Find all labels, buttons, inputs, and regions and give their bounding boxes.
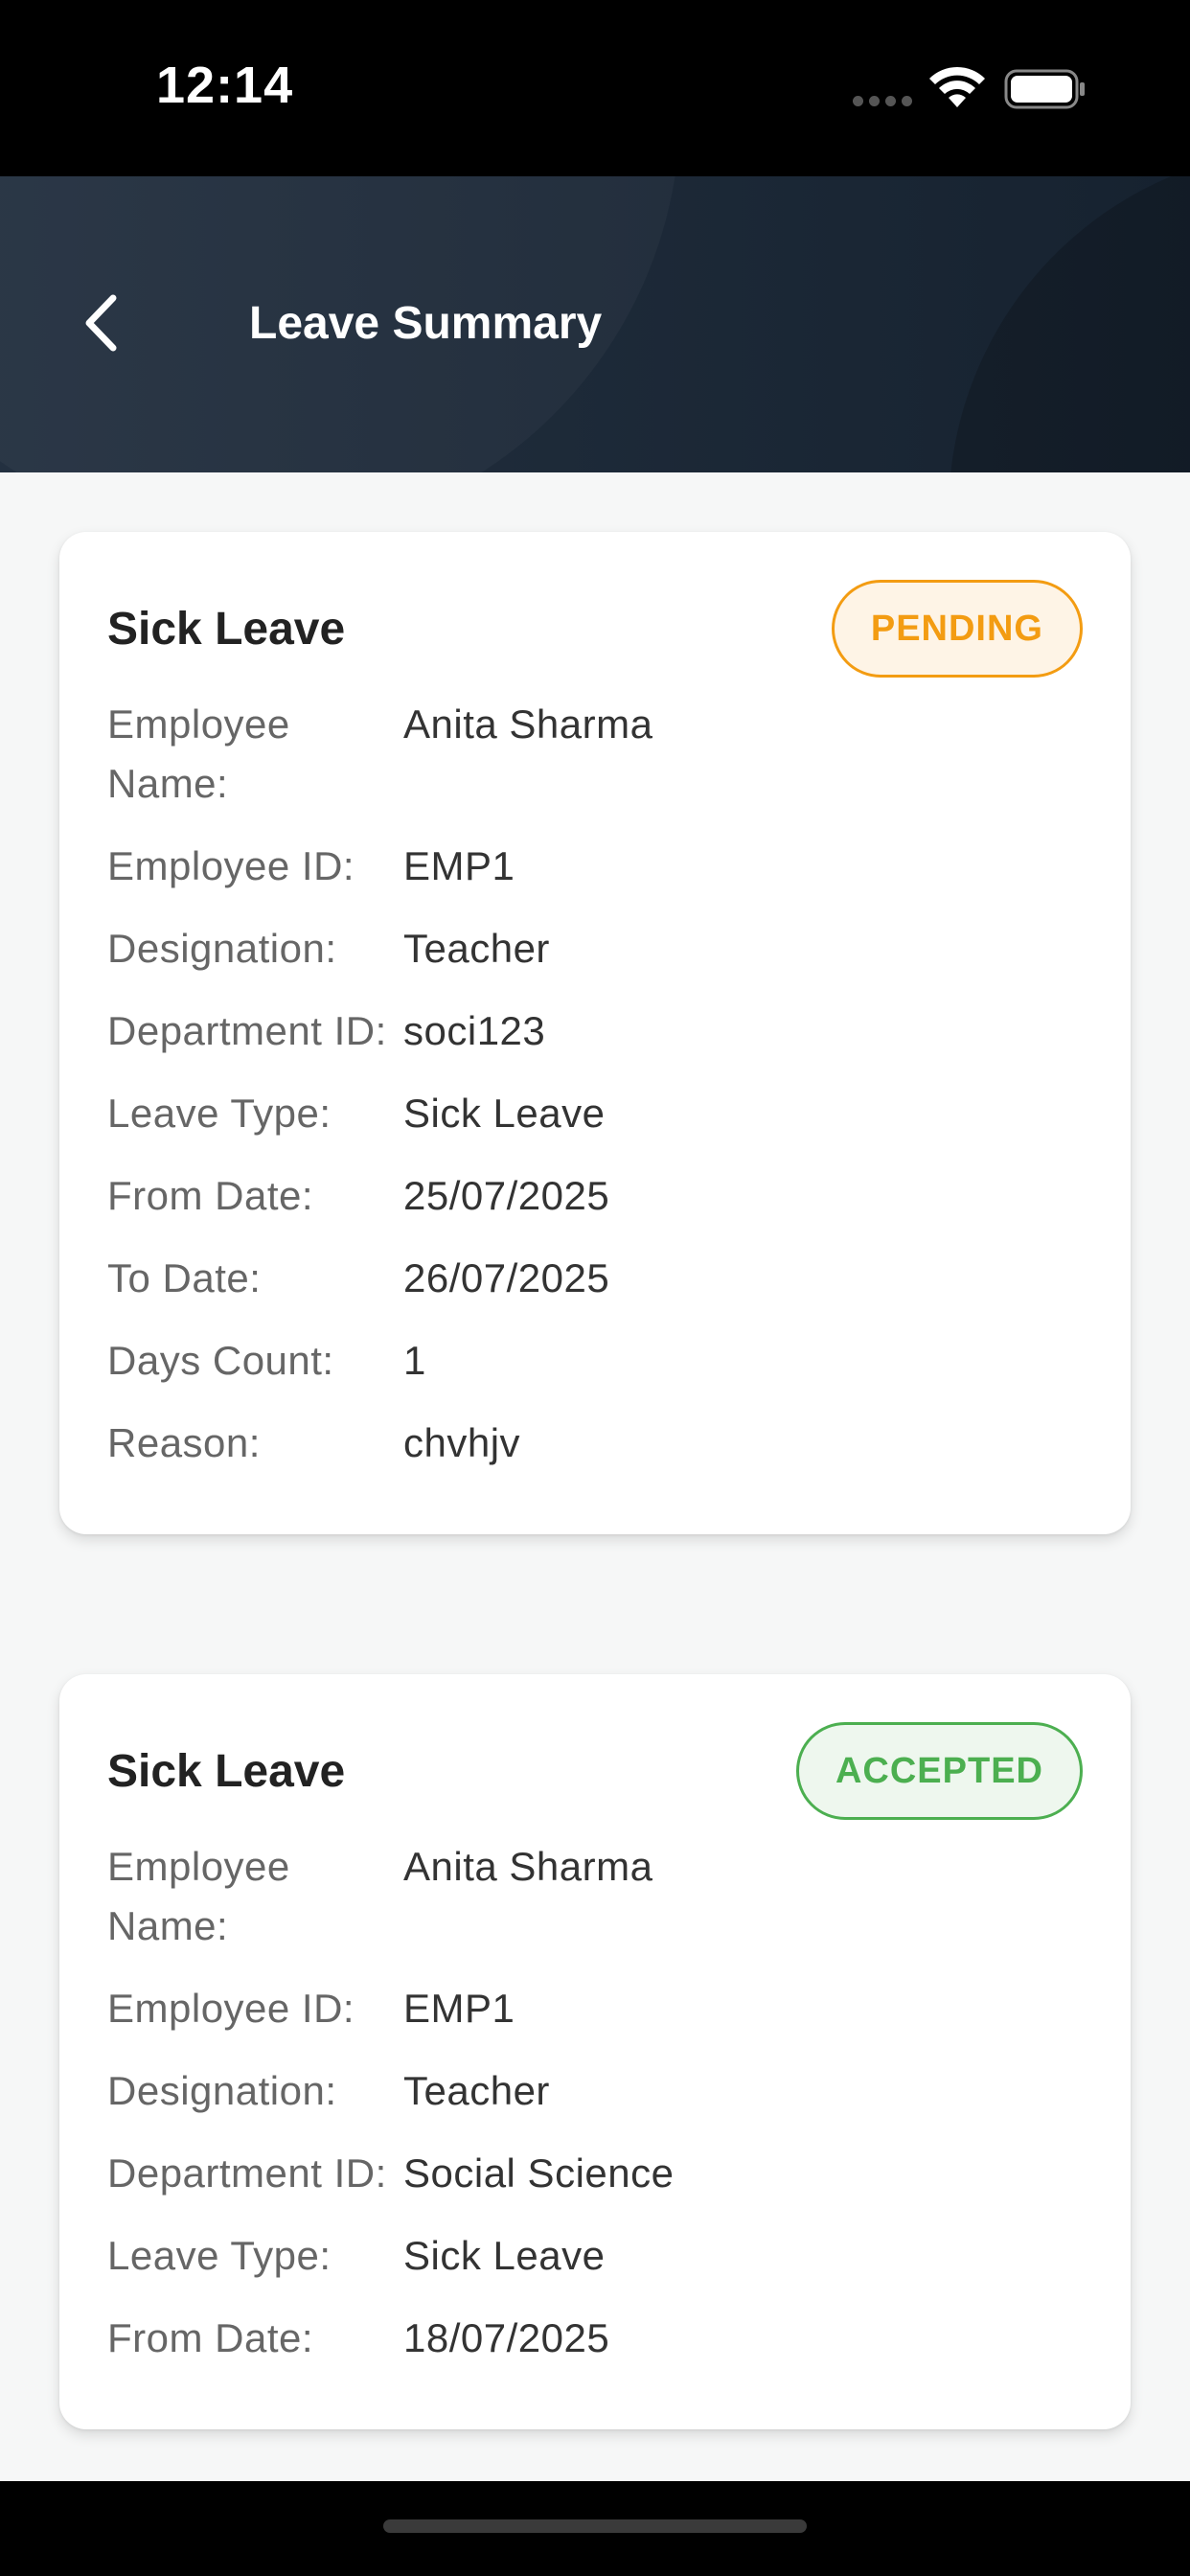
field-row: Leave Type: Sick Leave <box>107 2226 1083 2286</box>
field-row: Designation: Teacher <box>107 919 1083 978</box>
field-value: Sick Leave <box>403 2233 606 2278</box>
field-value: 1 <box>403 1338 426 1383</box>
field-label: Department ID: <box>107 1008 387 1053</box>
status-badge: PENDING <box>831 580 1083 678</box>
field-label: To Date: <box>107 1255 262 1300</box>
field-row: Employee ID: EMP1 <box>107 1979 1083 2038</box>
leave-list[interactable]: Sick Leave PENDING Employee Name: Anita … <box>0 472 1190 2481</box>
field-label: Designation: <box>107 2068 337 2113</box>
field-row: Reason: chvhjv <box>107 1414 1083 1473</box>
back-button[interactable] <box>67 280 134 366</box>
page-title: Leave Summary <box>249 298 603 349</box>
field-label: Leave Type: <box>107 1091 332 1136</box>
field-label: Days Count: <box>107 1338 334 1383</box>
field-row: Leave Type: Sick Leave <box>107 1084 1083 1143</box>
field-label: Employee Name: <box>107 1844 290 1948</box>
status-bar: 12:14 <box>0 0 1190 176</box>
field-row: Department ID: Social Science <box>107 2144 1083 2203</box>
field-value: Social Science <box>403 2150 675 2196</box>
app-header: Leave Summary <box>0 176 1190 472</box>
field-value: Sick Leave <box>403 1091 606 1136</box>
field-label: Employee Name: <box>107 702 290 806</box>
field-label: Department ID: <box>107 2150 387 2196</box>
card-fields: Employee Name: Anita Sharma Employee ID:… <box>107 1837 1083 2368</box>
field-value: EMP1 <box>403 843 515 888</box>
field-value: 25/07/2025 <box>403 1173 610 1218</box>
chevron-left-icon <box>85 294 117 352</box>
field-label: From Date: <box>107 1173 314 1218</box>
wifi-icon <box>929 66 985 107</box>
field-value: Teacher <box>403 2068 550 2113</box>
cellular-signal-icon <box>853 96 912 106</box>
leave-card[interactable]: Sick Leave ACCEPTED Employee Name: Anita… <box>59 1674 1131 2429</box>
field-row: Employee Name: Anita Sharma <box>107 695 1083 814</box>
field-label: Employee ID: <box>107 1986 355 2031</box>
field-value: Anita Sharma <box>403 1844 653 1889</box>
field-row: From Date: 25/07/2025 <box>107 1166 1083 1226</box>
leave-card[interactable]: Sick Leave PENDING Employee Name: Anita … <box>59 532 1131 1534</box>
battery-icon <box>1004 69 1085 109</box>
field-label: Employee ID: <box>107 843 355 888</box>
card-header: Sick Leave ACCEPTED <box>107 1722 1083 1820</box>
field-row: From Date: 18/07/2025 <box>107 2309 1083 2368</box>
field-value: 18/07/2025 <box>403 2315 610 2360</box>
field-row: Employee ID: EMP1 <box>107 837 1083 896</box>
field-row: Designation: Teacher <box>107 2061 1083 2121</box>
field-value: chvhjv <box>403 1420 521 1465</box>
status-badge: ACCEPTED <box>795 1722 1083 1820</box>
field-label: From Date: <box>107 2315 314 2360</box>
field-row: Days Count: 1 <box>107 1331 1083 1391</box>
field-label: Designation: <box>107 926 337 971</box>
card-header: Sick Leave PENDING <box>107 580 1083 678</box>
field-row: Employee Name: Anita Sharma <box>107 1837 1083 1956</box>
field-label: Leave Type: <box>107 2233 332 2278</box>
field-value: Teacher <box>403 926 550 971</box>
field-value: 26/07/2025 <box>403 1255 610 1300</box>
status-time: 12:14 <box>156 57 294 114</box>
field-row: To Date: 26/07/2025 <box>107 1249 1083 1308</box>
field-value: soci123 <box>403 1008 546 1053</box>
card-title: Sick Leave <box>107 1745 346 1797</box>
card-title: Sick Leave <box>107 603 346 655</box>
home-indicator[interactable] <box>383 2519 807 2533</box>
field-value: EMP1 <box>403 1986 515 2031</box>
card-fields: Employee Name: Anita Sharma Employee ID:… <box>107 695 1083 1473</box>
field-label: Reason: <box>107 1420 261 1465</box>
field-row: Department ID: soci123 <box>107 1001 1083 1061</box>
home-bar-area <box>0 2481 1190 2576</box>
field-value: Anita Sharma <box>403 702 653 747</box>
